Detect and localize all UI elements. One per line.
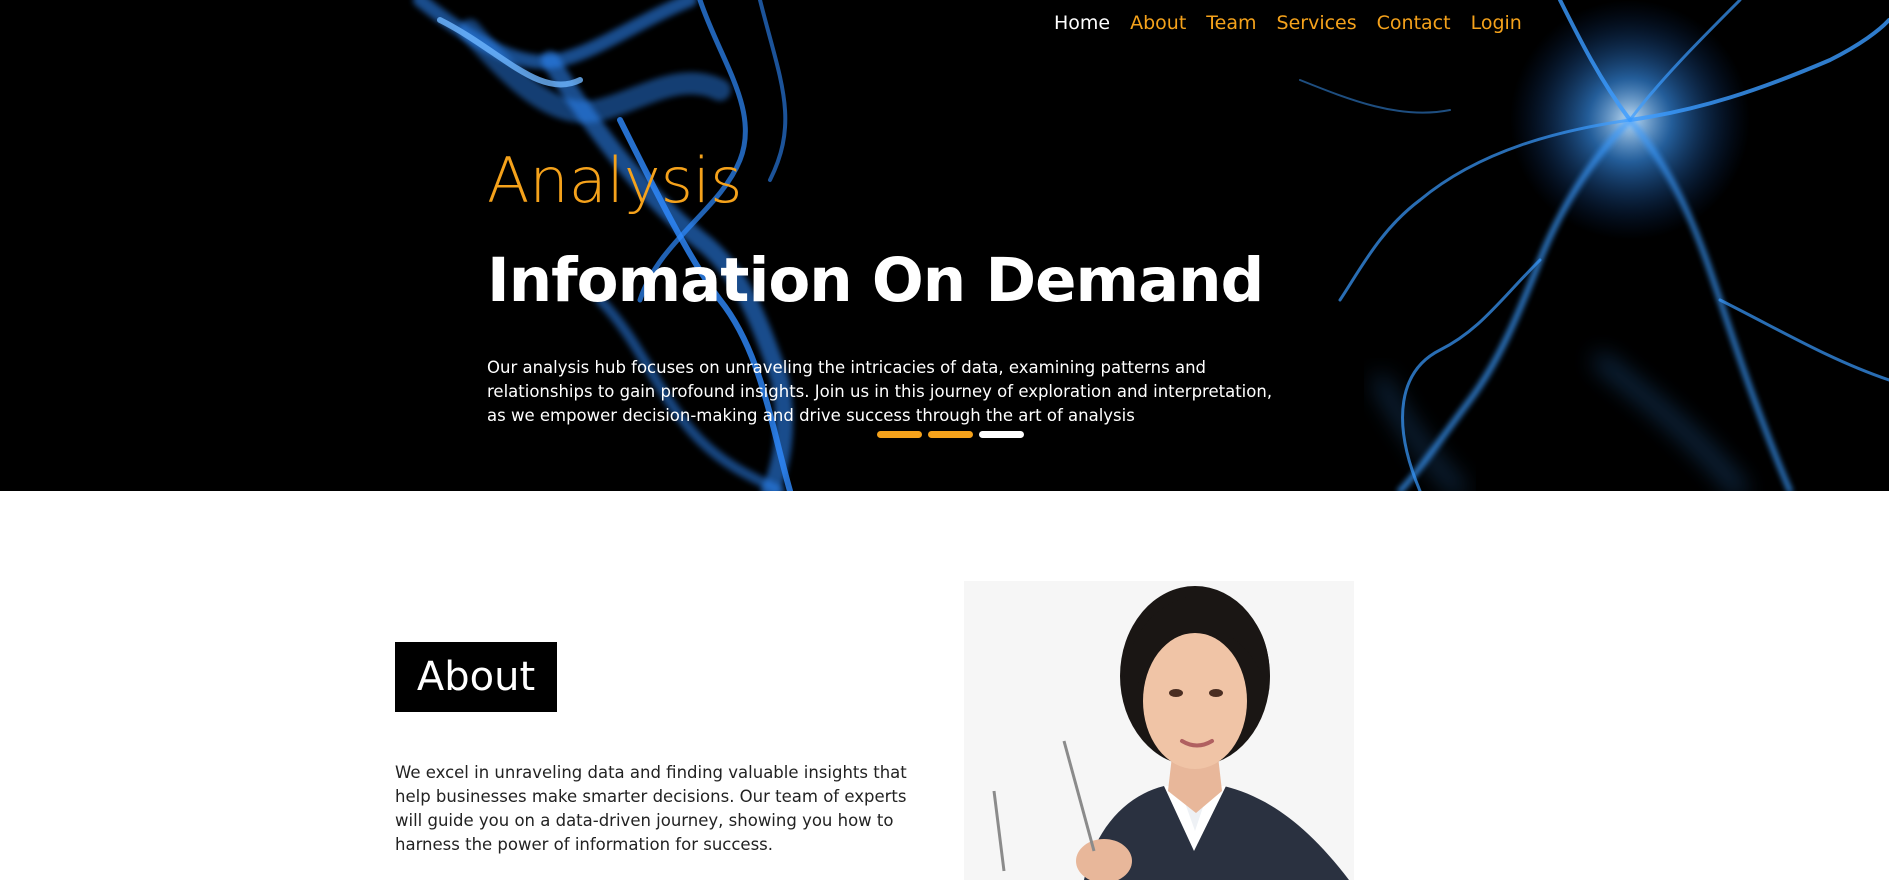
slider-dot-3[interactable] (979, 431, 1024, 438)
hero-title: Infomation On Demand (487, 245, 1264, 316)
main-nav: Home About Team Services Contact Login (1054, 10, 1522, 36)
businesswoman-photo (964, 581, 1354, 880)
hero-description: Our analysis hub focuses on unraveling t… (487, 358, 1273, 425)
about-heading-box: About (395, 642, 557, 712)
nav-team-link[interactable]: Team (1206, 10, 1256, 36)
slider-dot-2[interactable] (928, 431, 973, 438)
slider-dots (877, 431, 1024, 438)
nav-contact-link[interactable]: Contact (1377, 10, 1451, 36)
about-heading: About (416, 654, 536, 700)
nav-services-link[interactable]: Services (1277, 10, 1357, 36)
nav-about-link[interactable]: About (1130, 10, 1186, 36)
hero-kicker: Analysis (487, 144, 743, 217)
slider-dot-1[interactable] (877, 431, 922, 438)
about-text: We excel in unraveling data and finding … (395, 763, 907, 854)
nav-home-link[interactable]: Home (1054, 10, 1110, 36)
hero-section: Home About Team Services Contact Login A… (0, 0, 1889, 491)
nav-login-link[interactable]: Login (1471, 10, 1522, 36)
